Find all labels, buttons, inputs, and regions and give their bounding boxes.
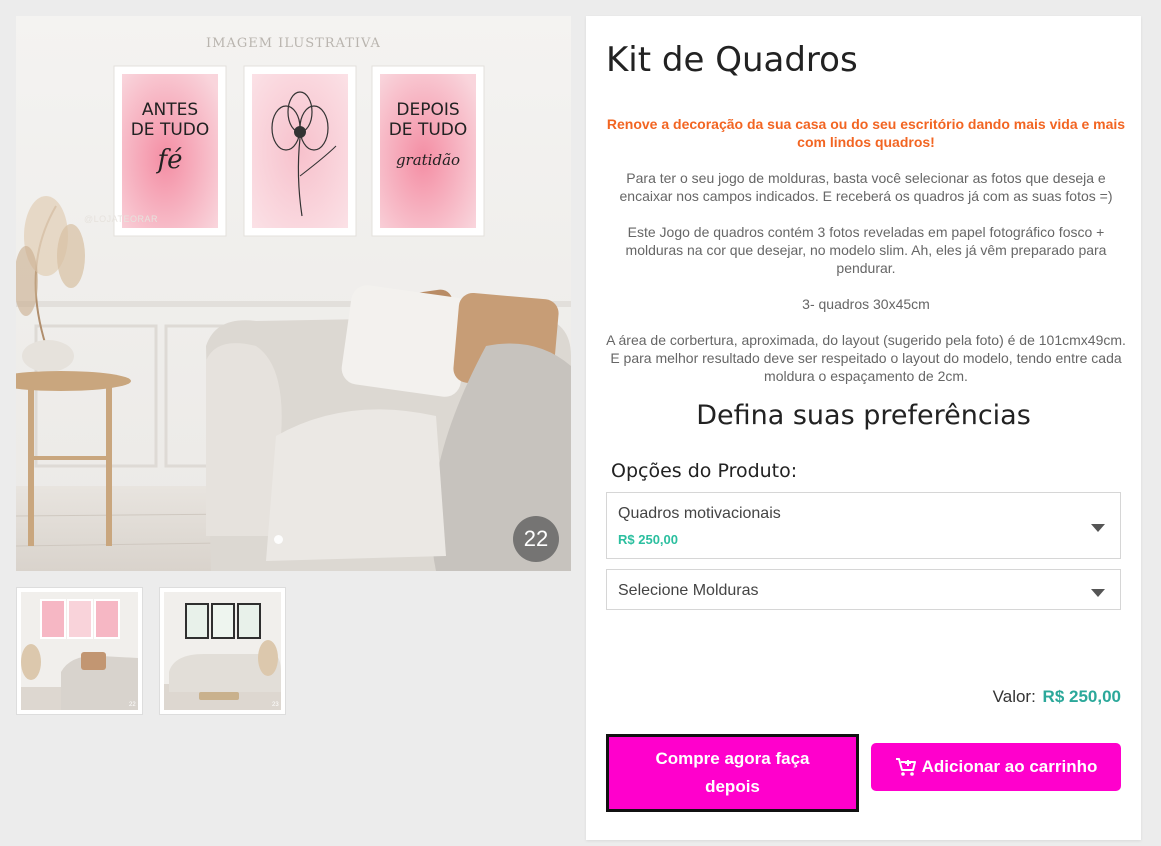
illustrative-label: IMAGEM ILUSTRATIVA [206, 36, 381, 51]
thumbnail-2-count: 23 [272, 702, 279, 708]
description-paragraph: Para ter o seu jogo de molduras, basta v… [619, 170, 1113, 204]
thumbnail-1[interactable]: 22 [16, 587, 143, 715]
photo-count-badge: 22 [513, 516, 559, 562]
total-value: Valor: R$ 250,00 [993, 687, 1121, 707]
frame-middle [243, 65, 357, 237]
frames-select-value: Selecione Molduras [618, 582, 759, 599]
buy-now-pay-later-label: Compre agora faça depois [655, 749, 810, 796]
product-panel: Kit de Quadros Renove a decoração da sua… [586, 16, 1141, 840]
thumbnail-1-image: 22 [21, 592, 138, 710]
chevron-down-icon [1091, 524, 1105, 532]
add-to-cart-label: Adicionar ao carrinho [921, 757, 1098, 776]
buy-now-pay-later-button[interactable]: Compre agora faça depois [606, 734, 859, 812]
product-option-price: R$ 250,00 [618, 532, 678, 547]
cart-plus-icon [895, 757, 917, 777]
description-paragraph: A área de corbertura, aproximada, do lay… [606, 332, 1126, 384]
chevron-down-icon [1091, 589, 1105, 597]
add-to-cart-button[interactable]: Adicionar ao carrinho [871, 743, 1121, 791]
valor-label: Valor: [992, 687, 1036, 706]
watermark: @LOJATEORAR [84, 214, 158, 224]
main-product-image[interactable]: IMAGEM ILUSTRATIVA @LOJATEORAR ANTES DE … [16, 16, 571, 571]
carousel-dot[interactable] [274, 535, 283, 544]
frames-select[interactable]: Selecione Molduras [606, 569, 1121, 610]
product-option-value: Quadros motivacionais [618, 505, 781, 522]
product-description: Renove a decoração da sua casa ou do seu… [606, 115, 1126, 403]
room-illustration [16, 16, 571, 571]
description-paragraph: Este Jogo de quadros contém 3 fotos reve… [625, 224, 1107, 276]
thumbnail-1-count: 22 [129, 702, 136, 708]
product-option-select[interactable]: Quadros motivacionais R$ 250,00 [606, 492, 1121, 559]
preferences-title: Defina suas preferências [696, 400, 1031, 431]
description-paragraph: 3- quadros 30x45cm [802, 296, 930, 312]
product-title: Kit de Quadros [606, 40, 858, 80]
options-label: Opções do Produto: [611, 460, 798, 482]
thumbnail-2-image: 23 [164, 592, 281, 710]
thumbnail-2[interactable]: 23 [159, 587, 286, 715]
frame-right-text: DEPOIS DE TUDO gratidão [388, 100, 468, 169]
description-highlight: Renove a decoração da sua casa ou do seu… [606, 116, 1126, 150]
frame-left-text: ANTES DE TUDO fé [130, 100, 210, 175]
valor-price: R$ 250,00 [1042, 687, 1121, 706]
